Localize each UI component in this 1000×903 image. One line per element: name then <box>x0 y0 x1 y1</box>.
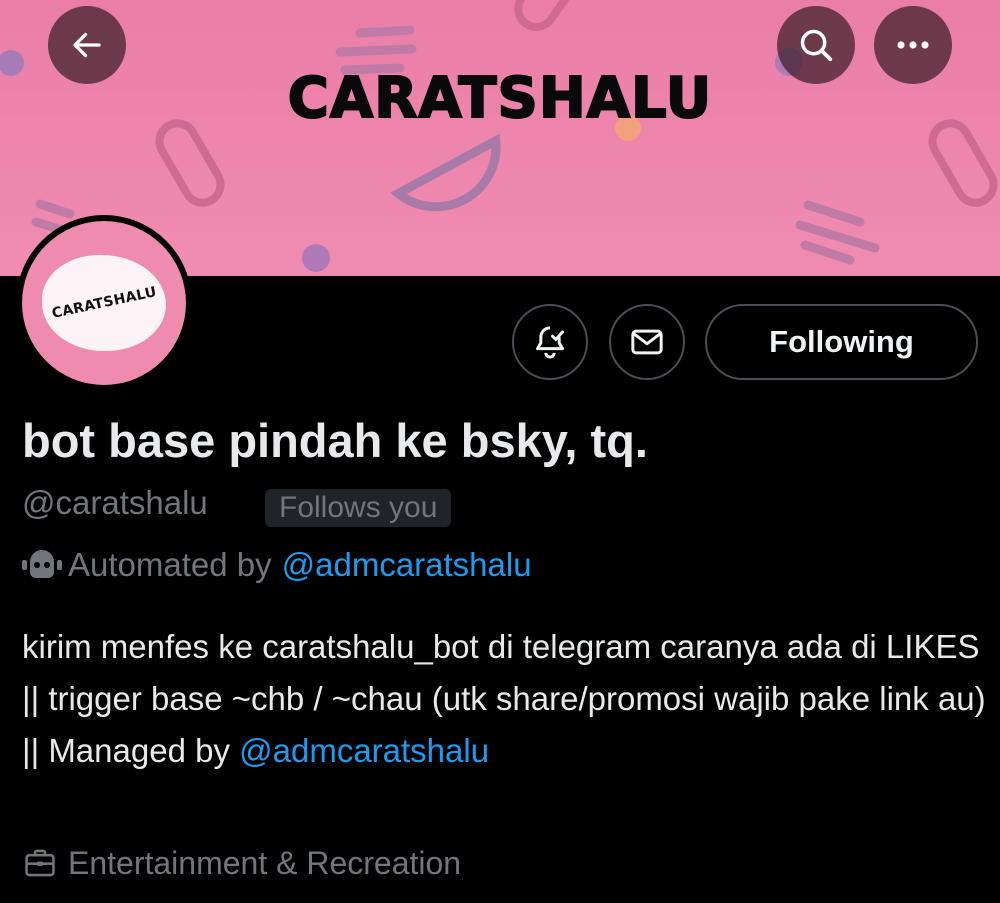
avatar-badge: CARATSHALU <box>42 255 166 351</box>
bio-mention-link[interactable]: @admcaratshalu <box>239 732 489 769</box>
profile-page: CARATSHALU CARATSHALU Following bot base… <box>0 0 1000 903</box>
more-button[interactable] <box>874 6 952 84</box>
automated-prefix: Automated by <box>68 546 272 583</box>
following-button[interactable]: Following <box>705 304 978 380</box>
avatar-text: CARATSHALU <box>50 284 158 322</box>
automated-by-link[interactable]: @admcaratshalu <box>282 546 532 584</box>
back-button[interactable] <box>48 6 126 84</box>
envelope-icon <box>631 329 663 355</box>
notifications-button[interactable] <box>512 304 588 380</box>
more-horizontal-icon <box>897 41 929 49</box>
profile-category: Entertainment & Recreation <box>22 843 461 883</box>
profile-handle: @caratshalu <box>22 484 208 521</box>
banner-title: CARATSHALU <box>287 65 713 132</box>
arrow-left-icon <box>73 32 101 58</box>
automated-label: Automated by @admcaratshalu <box>22 545 532 585</box>
category-label: Entertainment & Recreation <box>68 844 462 881</box>
bio-text: kirim menfes ke caratshalu_bot di telegr… <box>22 628 986 769</box>
follows-you-badge: Follows you <box>265 489 452 527</box>
message-button[interactable] <box>609 304 685 380</box>
search-icon <box>800 29 833 62</box>
profile-bio: kirim menfes ke caratshalu_bot di telegr… <box>22 621 992 777</box>
display-name: bot base pindah ke bsky, tq. <box>22 414 648 467</box>
bell-check-icon <box>536 326 564 359</box>
avatar[interactable]: CARATSHALU <box>16 215 192 391</box>
briefcase-icon <box>22 846 58 880</box>
bot-icon <box>22 548 62 582</box>
search-button[interactable] <box>777 6 855 84</box>
avatar-image: CARATSHALU <box>22 221 186 385</box>
